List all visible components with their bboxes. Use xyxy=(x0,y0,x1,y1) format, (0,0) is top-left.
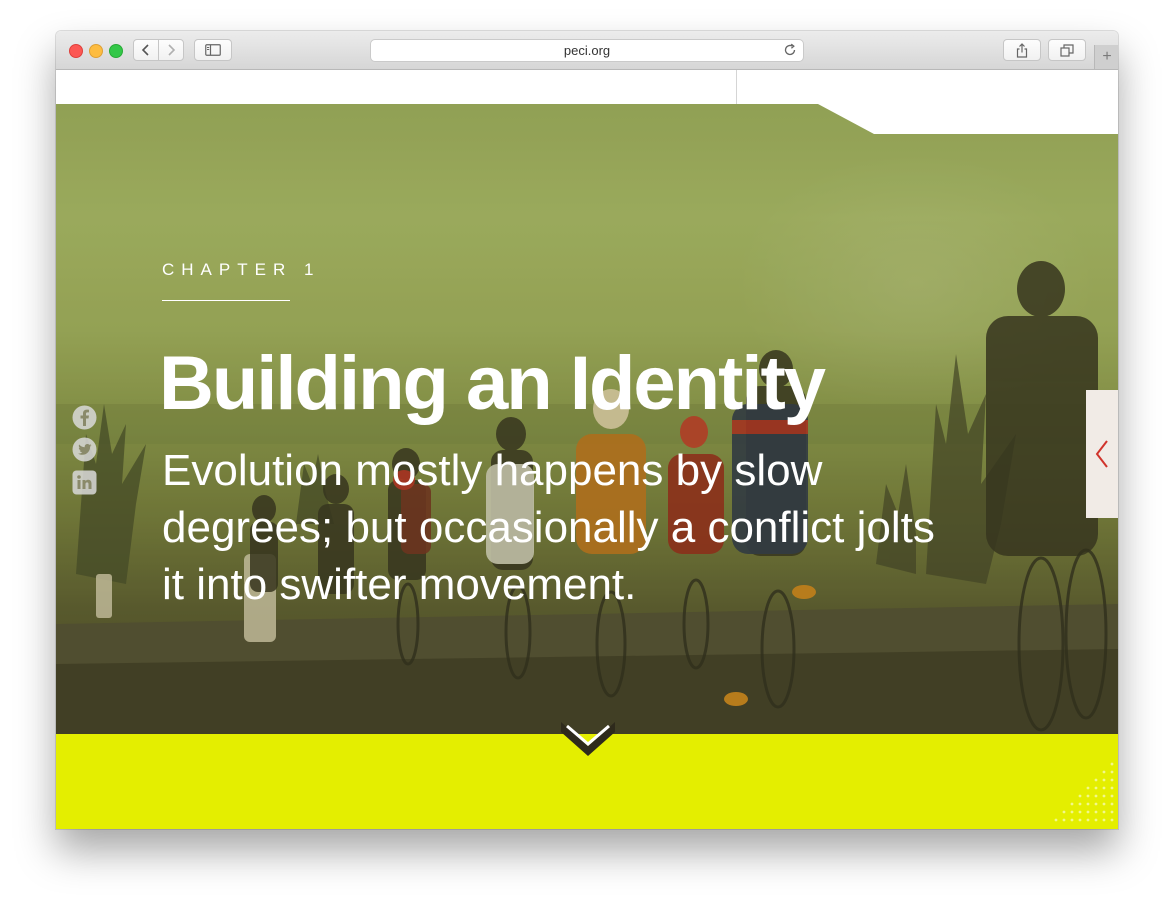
chevron-right-icon xyxy=(168,44,176,56)
url-text: peci.org xyxy=(563,43,611,58)
twitter-share-link[interactable] xyxy=(72,437,97,462)
header-notch xyxy=(56,104,1118,134)
browser-toolbar: peci.org + xyxy=(56,31,1118,70)
dot-pattern-decoration xyxy=(1054,762,1114,822)
reload-icon[interactable] xyxy=(783,43,797,57)
tabs-overview-icon xyxy=(1060,43,1074,57)
back-button[interactable] xyxy=(133,39,159,61)
facebook-share-link[interactable] xyxy=(72,405,97,430)
chapter-label: CHAPTER 1 xyxy=(162,260,321,279)
sidebar-icon xyxy=(205,44,221,56)
page-title: Building an Identity xyxy=(159,341,826,426)
scroll-down-icon[interactable] xyxy=(561,722,615,758)
share-icon xyxy=(1016,42,1028,58)
header-divider xyxy=(736,70,737,104)
show-tabs-button[interactable] xyxy=(1048,39,1086,61)
twitter-icon xyxy=(72,437,97,462)
web-page: CHAPTER 1 Building an Identity Evolution… xyxy=(56,70,1118,829)
chevron-left-icon xyxy=(141,44,149,56)
page-subtitle: Evolution mostly happens by slow degrees… xyxy=(162,446,935,609)
linkedin-icon xyxy=(72,470,97,495)
forward-button[interactable] xyxy=(158,39,184,61)
address-bar[interactable]: peci.org xyxy=(370,39,804,62)
next-chapter-tab[interactable] xyxy=(1086,390,1118,518)
hero-section: CHAPTER 1 Building an Identity Evolution… xyxy=(56,104,1118,734)
close-window-button[interactable] xyxy=(69,44,83,58)
sidebar-toggle-button[interactable] xyxy=(194,39,232,61)
zoom-window-button[interactable] xyxy=(109,44,123,58)
share-button[interactable] xyxy=(1003,39,1041,61)
chevron-left-icon xyxy=(1095,440,1108,468)
chapter-divider xyxy=(162,300,290,301)
linkedin-share-link[interactable] xyxy=(72,470,97,495)
minimize-window-button[interactable] xyxy=(89,44,103,58)
facebook-icon xyxy=(72,405,97,430)
browser-window: peci.org + CHAPTER 1 Building an Identit… xyxy=(56,31,1118,829)
new-tab-button[interactable]: + xyxy=(1094,45,1118,69)
